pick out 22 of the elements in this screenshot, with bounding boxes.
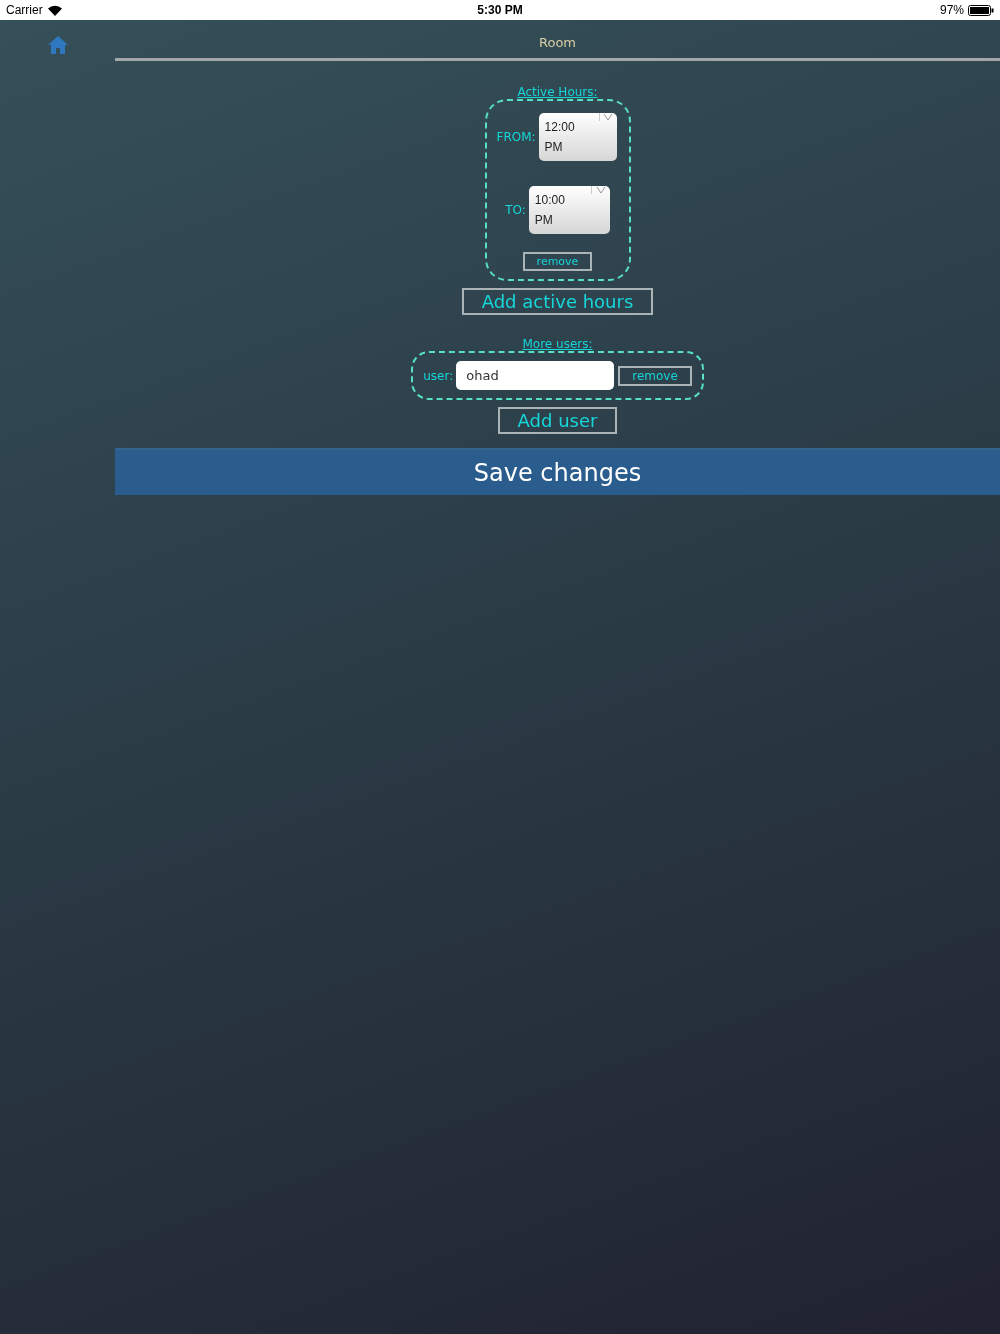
section-link[interactable]: More users:: [522, 337, 593, 351]
home-icon[interactable]: [46, 34, 69, 56]
user-input-field[interactable]: ohad: [456, 361, 615, 390]
remove-button[interactable]: remove: [522, 252, 593, 271]
remove-button[interactable]: remove: [618, 365, 692, 386]
caret-icon: [595, 186, 606, 194]
battery-icon: [968, 4, 994, 16]
add-active-hours-button[interactable]: Add active hours: [461, 288, 654, 315]
time-dropdown[interactable]: 12:00 PM: [538, 113, 617, 161]
battery-percent: 97%: [939, 3, 964, 17]
field-label: FROM:: [496, 130, 536, 144]
page-title: Room: [539, 34, 576, 50]
time-dropdown[interactable]: 10:00 PM: [528, 186, 610, 234]
field-label: TO:: [505, 203, 526, 217]
wifi-icon: [47, 4, 62, 16]
add-user-button[interactable]: Add user: [497, 407, 618, 434]
caret-icon: [603, 113, 614, 121]
section-link[interactable]: Active Hours:: [517, 85, 598, 99]
carrier-label: Carrier: [6, 3, 43, 17]
field-label: user:: [423, 368, 454, 383]
clock: 5:30 PM: [477, 3, 523, 17]
save-button[interactable]: Save changes: [115, 448, 1000, 495]
